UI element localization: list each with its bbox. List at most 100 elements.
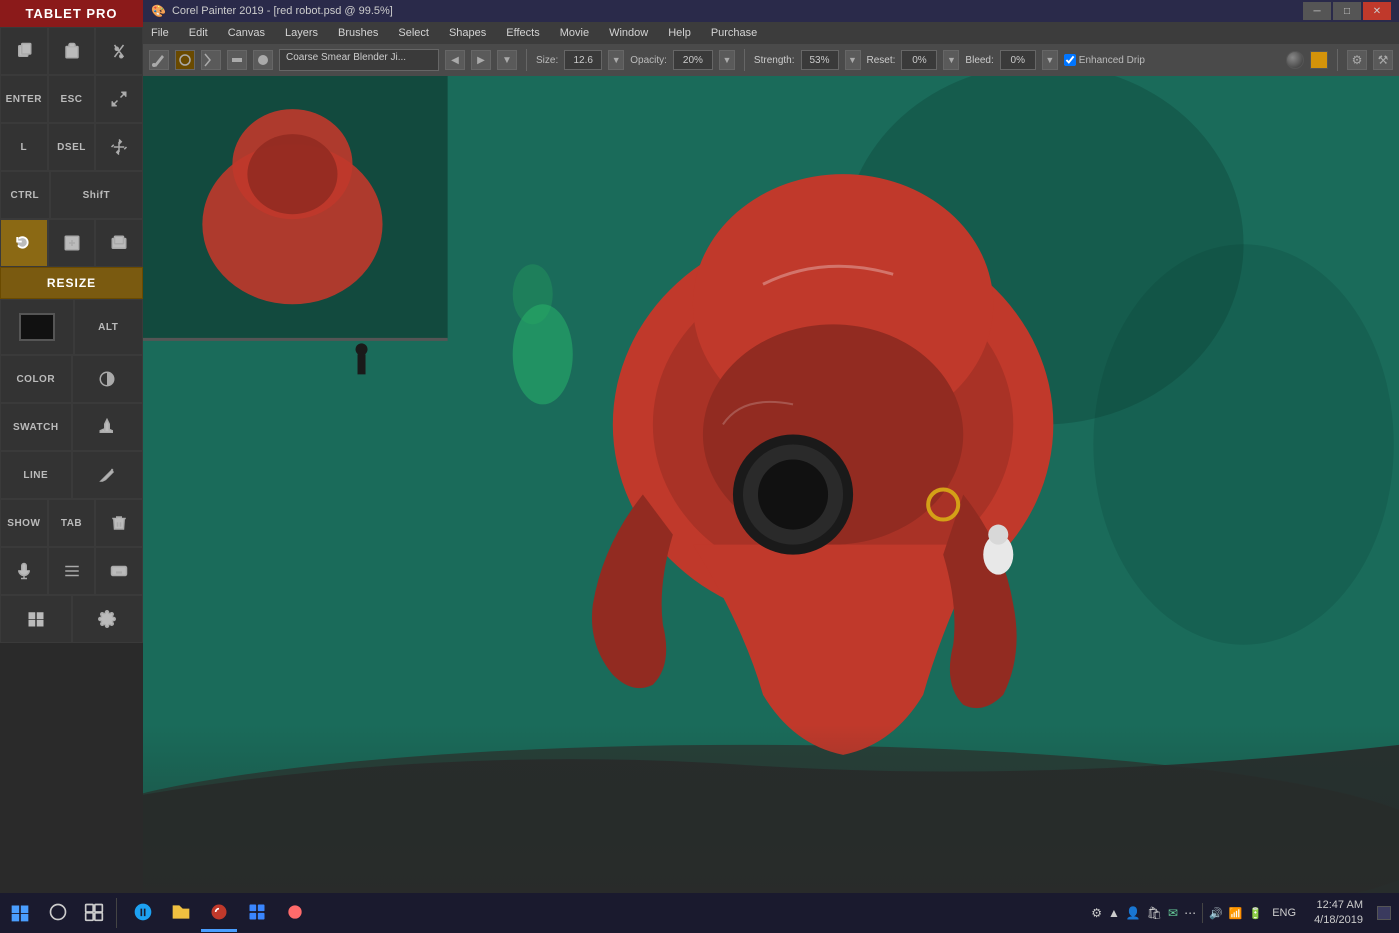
tp-contrast-btn[interactable] xyxy=(72,355,144,403)
tp-expand-btn[interactable] xyxy=(95,75,143,123)
menu-select[interactable]: Select xyxy=(394,25,433,41)
bleed-input[interactable] xyxy=(1000,50,1036,70)
brush-icon[interactable] xyxy=(149,50,169,70)
size-slider-icon[interactable]: ▼ xyxy=(608,50,624,70)
opacity-slider-icon[interactable]: ▼ xyxy=(719,50,735,70)
color-swatch-display[interactable] xyxy=(1310,51,1328,69)
enhanced-drip-checkbox[interactable]: Enhanced Drip xyxy=(1064,54,1145,66)
brush-capture-icon[interactable] xyxy=(201,50,221,70)
tp-tab-btn[interactable]: TAB xyxy=(48,499,96,547)
taskbar-explorer[interactable] xyxy=(163,894,199,932)
opacity-input[interactable] xyxy=(673,50,713,70)
tray-more-icon[interactable]: ⋯ xyxy=(1184,906,1196,920)
tp-paste-btn[interactable] xyxy=(48,27,96,75)
strength-slider-icon[interactable]: ▼ xyxy=(845,50,861,70)
menu-file[interactable]: File xyxy=(147,25,173,41)
tray-battery-icon[interactable]: 🔋 xyxy=(1249,907,1263,920)
tp-delete-btn[interactable] xyxy=(95,499,143,547)
reset-slider-icon[interactable]: ▼ xyxy=(943,50,959,70)
tray-people-icon[interactable]: 👤 xyxy=(1126,906,1141,920)
tool-adjust-icon[interactable]: ⚒ xyxy=(1373,50,1393,70)
tp-line-btn[interactable]: LINE xyxy=(0,451,72,499)
tp-enter-btn[interactable]: ENTER xyxy=(0,75,48,123)
tp-menu-btn[interactable] xyxy=(48,547,96,595)
brush-tool3-icon[interactable] xyxy=(253,50,273,70)
tray-network-icon[interactable]: 🔊 xyxy=(1209,907,1223,920)
cortana-button[interactable] xyxy=(40,894,76,932)
menu-layers[interactable]: Layers xyxy=(281,25,322,41)
menu-canvas[interactable]: Canvas xyxy=(224,25,269,41)
tray-mail-icon[interactable]: ✉ xyxy=(1168,906,1178,920)
task-view-button[interactable] xyxy=(76,894,112,932)
tp-show-btn[interactable]: SHOW xyxy=(0,499,48,547)
tp-pen-btn[interactable] xyxy=(72,451,144,499)
close-button[interactable]: ✕ xyxy=(1363,2,1391,20)
tp-copy3-btn[interactable] xyxy=(95,219,143,267)
color-picker-icon[interactable] xyxy=(1286,51,1304,69)
tp-shift-btn[interactable]: ShifT xyxy=(50,171,143,219)
tp-mic-btn[interactable] xyxy=(0,547,48,595)
reset-input[interactable] xyxy=(901,50,937,70)
bleed-slider-icon[interactable]: ▼ xyxy=(1042,50,1058,70)
tp-dsel-btn[interactable]: DSEL xyxy=(48,123,96,171)
shift-label: ShifT xyxy=(83,190,111,201)
tray-settings-icon[interactable]: ⚙ xyxy=(1091,906,1102,920)
tp-brush-btn[interactable] xyxy=(72,403,144,451)
menu-movie[interactable]: Movie xyxy=(556,25,593,41)
bleed-label: Bleed: xyxy=(965,55,993,66)
corel-title-text: Corel Painter 2019 - [red robot.psd @ 99… xyxy=(172,5,393,17)
clock-date: 4/18/2019 xyxy=(1314,913,1363,928)
tool-config-icon[interactable]: ⚙ xyxy=(1347,50,1367,70)
tp-resize-btn[interactable]: RESIZE xyxy=(0,267,143,299)
tray-volume-icon[interactable]: 📶 xyxy=(1229,907,1243,920)
tp-swatch-display[interactable] xyxy=(0,299,74,355)
tp-move-btn[interactable] xyxy=(95,123,143,171)
language-indicator[interactable]: ENG xyxy=(1268,907,1300,919)
brush-tool2-icon[interactable] xyxy=(227,50,247,70)
tp-add-row-btn[interactable] xyxy=(48,219,96,267)
menubar: File Edit Canvas Layers Brushes Select S… xyxy=(143,22,1399,44)
tray-taskbar-icon[interactable]: ▲ xyxy=(1108,906,1120,920)
brush-variant-icon[interactable] xyxy=(175,50,195,70)
menu-effects[interactable]: Effects xyxy=(502,25,543,41)
tp-color-btn[interactable]: COLOR xyxy=(0,355,72,403)
brush-next-icon[interactable]: ▶ xyxy=(471,50,491,70)
swatch-label: SWATCH xyxy=(13,422,59,433)
tp-cut-btn[interactable] xyxy=(95,27,143,75)
menu-shapes[interactable]: Shapes xyxy=(445,25,490,41)
tp-l-btn[interactable]: L xyxy=(0,123,48,171)
tablet-pro-panel: TABLET PRO ENTER ESC L DSEL xyxy=(0,0,143,933)
tp-esc-btn[interactable]: ESC xyxy=(48,75,96,123)
tp-undo-btn[interactable] xyxy=(0,219,48,267)
system-clock[interactable]: 12:47 AM 4/18/2019 xyxy=(1306,898,1371,929)
tp-alt-btn[interactable]: ALT xyxy=(74,299,144,355)
taskbar-app2[interactable] xyxy=(277,894,313,932)
menu-edit[interactable]: Edit xyxy=(185,25,212,41)
opacity-label: Opacity: xyxy=(630,55,667,66)
tp-swatch-btn[interactable]: SWATCH xyxy=(0,403,72,451)
maximize-button[interactable]: □ xyxy=(1333,2,1361,20)
tp-copy-btn[interactable] xyxy=(0,27,48,75)
canvas-content xyxy=(143,44,1399,905)
menu-purchase[interactable]: Purchase xyxy=(707,25,761,41)
start-button[interactable] xyxy=(0,893,40,933)
strength-input[interactable] xyxy=(801,50,839,70)
menu-help[interactable]: Help xyxy=(664,25,695,41)
tp-ctrl-btn[interactable]: CTRL xyxy=(0,171,50,219)
tp-row-3: L DSEL xyxy=(0,123,143,171)
brush-prev-icon[interactable]: ◀ xyxy=(445,50,465,70)
taskbar-corel[interactable] xyxy=(201,894,237,932)
tray-store-icon[interactable]: 🛍 xyxy=(1147,906,1162,920)
menu-window[interactable]: Window xyxy=(605,25,652,41)
minimize-button[interactable]: ─ xyxy=(1303,2,1331,20)
tp-row-6: ALT xyxy=(0,299,143,355)
menu-brushes[interactable]: Brushes xyxy=(334,25,382,41)
tp-keyboard-btn[interactable] xyxy=(95,547,143,595)
size-input[interactable] xyxy=(564,50,602,70)
tp-winstart-btn[interactable] xyxy=(0,595,72,643)
brush-options-icon[interactable]: ▼ xyxy=(497,50,517,70)
tp-winsettings-btn[interactable] xyxy=(72,595,144,643)
taskbar-app1[interactable] xyxy=(239,894,275,932)
taskbar-edge[interactable] xyxy=(125,894,161,932)
action-center-button[interactable] xyxy=(1377,906,1391,920)
